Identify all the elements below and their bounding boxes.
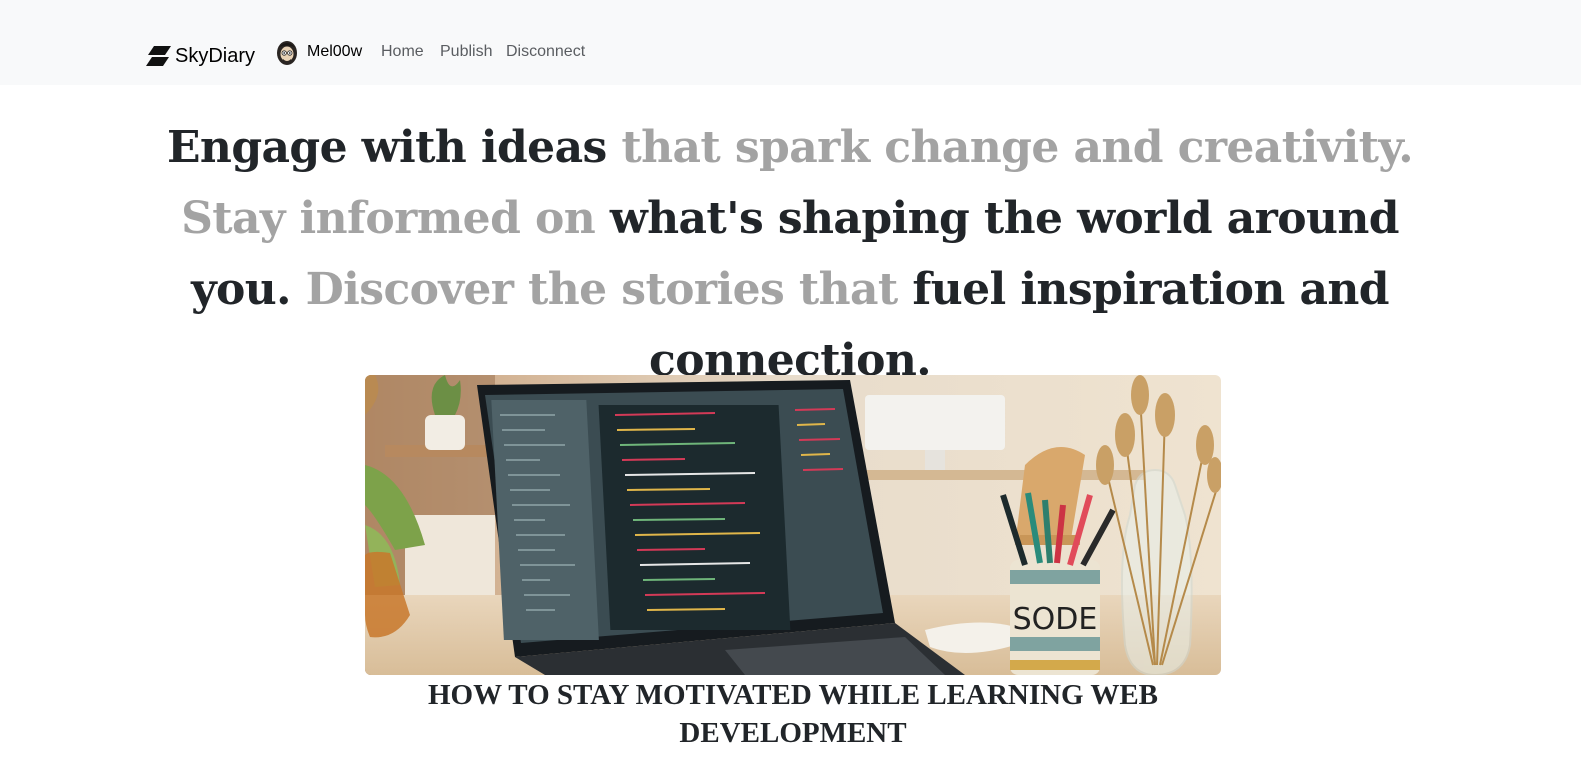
top-navbar: SkyDiary Mel00w Home Publish Disconnect [0, 0, 1581, 85]
user-menu[interactable]: Mel00w [276, 38, 362, 66]
nav-home-link[interactable]: Home [381, 42, 424, 62]
hero-tagline: Engage with ideas that spark change and … [140, 112, 1440, 396]
post-title[interactable]: HOW TO STAY MOTIVATED WHILE LEARNING WEB… [365, 676, 1221, 752]
hero-segment: Engage with ideas [167, 122, 622, 173]
brand-link[interactable]: SkyDiary [145, 42, 255, 70]
post-cover-image[interactable]: SODE [365, 375, 1221, 675]
mug-label: SODE [1013, 602, 1098, 637]
nav-publish-link[interactable]: Publish [440, 42, 492, 62]
avatar-icon [277, 41, 297, 65]
username: Mel00w [307, 43, 363, 60]
hero-segment: Discover the stories that [305, 264, 913, 315]
skydiary-logo-icon [146, 46, 171, 66]
brand-name: SkyDiary [175, 44, 256, 67]
nav-disconnect-link[interactable]: Disconnect [506, 42, 585, 62]
